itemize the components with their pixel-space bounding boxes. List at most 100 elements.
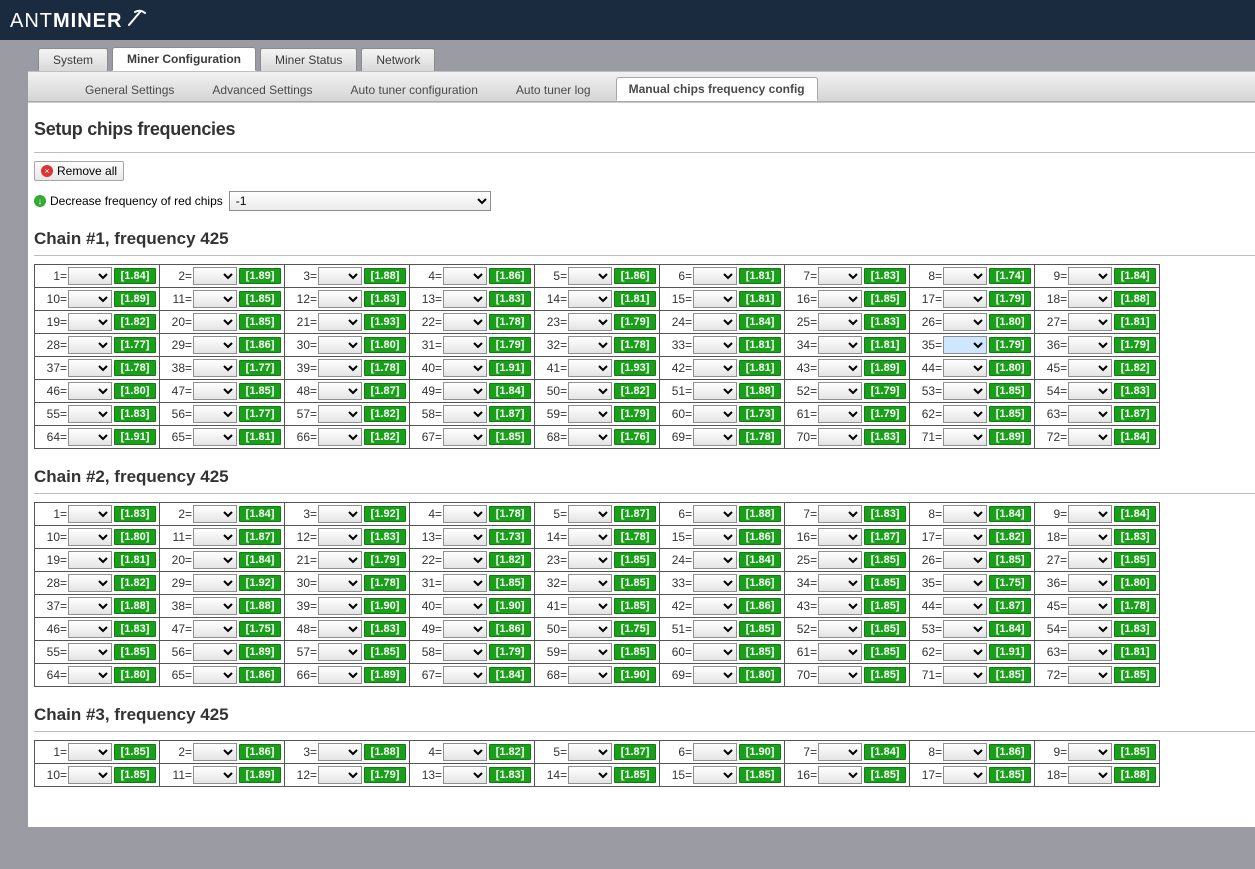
chip-frequency-select[interactable] (318, 336, 362, 354)
chip-frequency-select[interactable] (1068, 428, 1112, 446)
chip-frequency-select[interactable] (818, 743, 862, 761)
chip-frequency-select[interactable] (693, 766, 737, 784)
chip-frequency-select[interactable] (193, 405, 237, 423)
chip-frequency-select[interactable] (1068, 666, 1112, 684)
chip-frequency-select[interactable] (193, 336, 237, 354)
chip-frequency-select[interactable] (943, 766, 987, 784)
chip-frequency-select[interactable] (68, 505, 112, 523)
chip-frequency-select[interactable] (818, 382, 862, 400)
chip-frequency-select[interactable] (68, 620, 112, 638)
chip-frequency-select[interactable] (818, 766, 862, 784)
chip-frequency-select[interactable] (568, 313, 612, 331)
main-tab-miner-configuration[interactable]: Miner Configuration (112, 47, 256, 71)
chip-frequency-select[interactable] (818, 428, 862, 446)
chip-frequency-select[interactable] (693, 643, 737, 661)
chip-frequency-select[interactable] (318, 267, 362, 285)
chip-frequency-select[interactable] (443, 743, 487, 761)
chip-frequency-select[interactable] (568, 359, 612, 377)
chip-frequency-select[interactable] (318, 666, 362, 684)
chip-frequency-select[interactable] (68, 743, 112, 761)
sub-tab-general-settings[interactable]: General Settings (72, 78, 187, 101)
chip-frequency-select[interactable] (193, 620, 237, 638)
sub-tab-auto-tuner-log[interactable]: Auto tuner log (503, 78, 604, 101)
chip-frequency-select[interactable] (818, 336, 862, 354)
sub-tab-advanced-settings[interactable]: Advanced Settings (199, 78, 325, 101)
chip-frequency-select[interactable] (68, 528, 112, 546)
chip-frequency-select[interactable] (943, 267, 987, 285)
chip-frequency-select[interactable] (693, 505, 737, 523)
chip-frequency-select[interactable] (818, 528, 862, 546)
chip-frequency-select[interactable] (1068, 313, 1112, 331)
chip-frequency-select[interactable] (693, 382, 737, 400)
chip-frequency-select[interactable] (318, 551, 362, 569)
chip-frequency-select[interactable] (68, 643, 112, 661)
chip-frequency-select[interactable] (818, 666, 862, 684)
chip-frequency-select[interactable] (318, 505, 362, 523)
chip-frequency-select[interactable] (68, 382, 112, 400)
chip-frequency-select[interactable] (318, 620, 362, 638)
chip-frequency-select[interactable] (693, 290, 737, 308)
chip-frequency-select[interactable] (68, 405, 112, 423)
chip-frequency-select[interactable] (443, 428, 487, 446)
chip-frequency-select[interactable] (943, 597, 987, 615)
chip-frequency-select[interactable] (1068, 290, 1112, 308)
chip-frequency-select[interactable] (193, 551, 237, 569)
chip-frequency-select[interactable] (568, 766, 612, 784)
chip-frequency-select[interactable] (943, 313, 987, 331)
chip-frequency-select[interactable] (193, 528, 237, 546)
chip-frequency-select[interactable] (443, 505, 487, 523)
chip-frequency-select[interactable] (193, 597, 237, 615)
chip-frequency-select[interactable] (193, 313, 237, 331)
chip-frequency-select[interactable] (568, 551, 612, 569)
chip-frequency-select[interactable] (318, 359, 362, 377)
chip-frequency-select[interactable] (568, 428, 612, 446)
chip-frequency-select[interactable] (693, 336, 737, 354)
chip-frequency-select[interactable] (568, 574, 612, 592)
chip-frequency-select[interactable] (693, 551, 737, 569)
chip-frequency-select[interactable] (568, 505, 612, 523)
chip-frequency-select[interactable] (943, 290, 987, 308)
chip-frequency-select[interactable] (193, 428, 237, 446)
chip-frequency-select[interactable] (193, 574, 237, 592)
chip-frequency-select[interactable] (193, 643, 237, 661)
chip-frequency-select[interactable] (68, 766, 112, 784)
decrease-frequency-button[interactable]: ↓ Decrease frequency of red chips (34, 194, 223, 208)
chip-frequency-select[interactable] (818, 643, 862, 661)
chip-frequency-select[interactable] (1068, 505, 1112, 523)
chip-frequency-select[interactable] (193, 382, 237, 400)
main-tab-miner-status[interactable]: Miner Status (260, 48, 357, 71)
chip-frequency-select[interactable] (318, 574, 362, 592)
chip-frequency-select[interactable] (818, 597, 862, 615)
chip-frequency-select[interactable] (1068, 743, 1112, 761)
chip-frequency-select[interactable] (568, 528, 612, 546)
chip-frequency-select[interactable] (818, 574, 862, 592)
chip-frequency-select[interactable] (568, 382, 612, 400)
chip-frequency-select[interactable] (818, 505, 862, 523)
chip-frequency-select[interactable] (943, 382, 987, 400)
chip-frequency-select[interactable] (318, 382, 362, 400)
chip-frequency-select[interactable] (443, 528, 487, 546)
chip-frequency-select[interactable] (693, 313, 737, 331)
sub-tab-manual-chips-frequency-config[interactable]: Manual chips frequency config (616, 77, 818, 101)
chip-frequency-select[interactable] (568, 597, 612, 615)
chip-frequency-select[interactable] (943, 643, 987, 661)
chip-frequency-select[interactable] (1068, 620, 1112, 638)
chip-frequency-select[interactable] (443, 766, 487, 784)
chip-frequency-select[interactable] (443, 290, 487, 308)
chip-frequency-select[interactable] (443, 336, 487, 354)
chip-frequency-select[interactable] (443, 551, 487, 569)
chip-frequency-select[interactable] (943, 336, 987, 354)
chip-frequency-select[interactable] (318, 643, 362, 661)
chip-frequency-select[interactable] (693, 267, 737, 285)
chip-frequency-select[interactable] (818, 359, 862, 377)
chip-frequency-select[interactable] (693, 743, 737, 761)
decrease-frequency-select[interactable]: -1 (229, 191, 491, 211)
chip-frequency-select[interactable] (443, 620, 487, 638)
chip-frequency-select[interactable] (68, 666, 112, 684)
chip-frequency-select[interactable] (443, 267, 487, 285)
chip-frequency-select[interactable] (443, 405, 487, 423)
chip-frequency-select[interactable] (1068, 359, 1112, 377)
chip-frequency-select[interactable] (318, 743, 362, 761)
chip-frequency-select[interactable] (568, 405, 612, 423)
chip-frequency-select[interactable] (693, 620, 737, 638)
